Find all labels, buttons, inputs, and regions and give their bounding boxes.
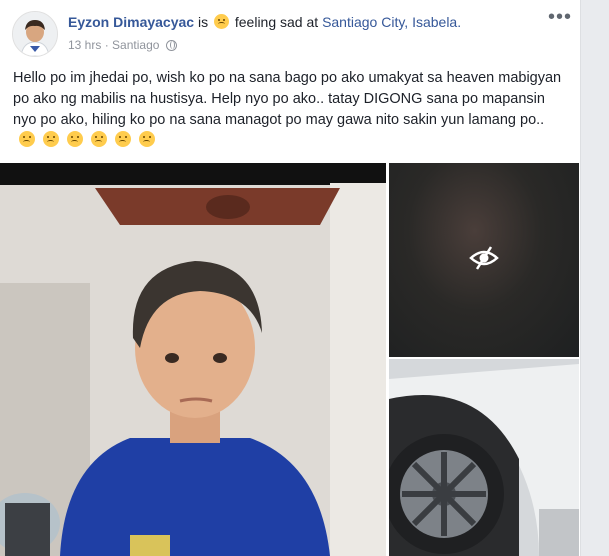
- body-emojis: [17, 131, 157, 152]
- post-meta: 13 hrs · Santiago: [68, 38, 177, 52]
- avatar[interactable]: [12, 11, 58, 57]
- sad-emoji-icon: [213, 14, 229, 29]
- globe-icon[interactable]: [165, 40, 177, 51]
- more-options-button[interactable]: •••: [548, 6, 572, 29]
- sad-emoji-icon: [19, 131, 35, 147]
- sad-emoji-icon: [43, 131, 60, 147]
- post-body-text: Hello po im jhedai po, wish ko po na san…: [13, 70, 562, 128]
- location-link[interactable]: Santiago City, Isabela.: [322, 14, 461, 30]
- photo-hidden[interactable]: [389, 163, 579, 357]
- facebook-post: Eyzon Dimayacyac is feeling sad at Santi…: [0, 0, 581, 556]
- is-text: is: [197, 14, 209, 30]
- author-name[interactable]: Eyzon Dimayacyac: [68, 14, 194, 30]
- feeling-text: feeling sad at: [234, 14, 319, 30]
- timestamp[interactable]: 13 hrs: [68, 38, 101, 52]
- photo-car-wheel[interactable]: [389, 359, 579, 556]
- crying-emoji-icon: [139, 131, 156, 147]
- photo-child[interactable]: [0, 163, 386, 556]
- sad-emoji-icon: [67, 131, 84, 147]
- post-header: Eyzon Dimayacyac is feeling sad at Santi…: [68, 14, 461, 30]
- crying-emoji-icon: [115, 131, 132, 147]
- meta-separator: ·: [104, 38, 109, 52]
- place-name[interactable]: Santiago: [112, 38, 159, 52]
- post-body: Hello po im jhedai po, wish ko po na san…: [13, 68, 568, 152]
- eye-off-icon[interactable]: [469, 245, 499, 271]
- crying-emoji-icon: [91, 131, 108, 147]
